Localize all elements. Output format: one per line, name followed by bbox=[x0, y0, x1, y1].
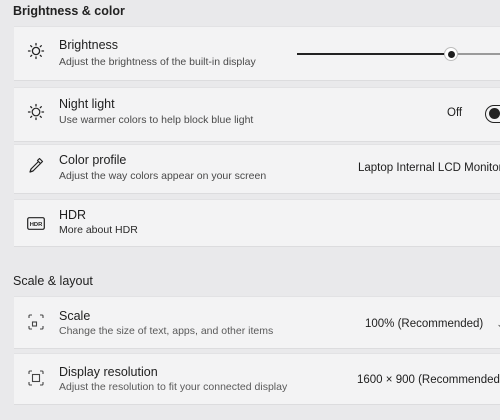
section-title-brightness-color: Brightness & color bbox=[13, 4, 125, 18]
display-resolution-title: Display resolution bbox=[59, 365, 158, 379]
display-resolution-description: Adjust the resolution to fit your connec… bbox=[59, 381, 288, 393]
brightness-slider-fill bbox=[297, 53, 452, 55]
display-resolution-card: Display resolution Adjust the resolution… bbox=[14, 353, 500, 405]
hdr-title: HDR bbox=[59, 208, 87, 222]
svg-text:HDR: HDR bbox=[30, 222, 43, 228]
section-title-scale-layout: Scale & layout bbox=[13, 274, 93, 288]
color-profile-card: Color profile Adjust the way colors appe… bbox=[14, 144, 500, 194]
scale-select-value: 100% (Recommended) bbox=[365, 318, 484, 330]
scale-title: Scale bbox=[59, 309, 91, 323]
display-resolution-select[interactable]: 1600 × 900 (Recommended) bbox=[357, 374, 500, 386]
night-light-toggle-knob bbox=[489, 108, 500, 119]
brightness-slider-thumb[interactable] bbox=[444, 47, 459, 61]
scale-icon bbox=[26, 312, 46, 332]
brightness-card: Brightness Adjust the brightness of the … bbox=[14, 26, 500, 81]
night-light-description: Use warmer colors to help block blue lig… bbox=[59, 114, 254, 126]
resolution-icon bbox=[26, 368, 46, 388]
color-profile-description: Adjust the way colors appear on your scr… bbox=[59, 170, 267, 182]
night-light-title: Night light bbox=[59, 97, 115, 111]
eyedropper-icon bbox=[26, 155, 46, 175]
scale-select[interactable]: 100% (Recommended) ⌄ bbox=[365, 318, 500, 330]
night-light-icon bbox=[26, 102, 46, 122]
night-light-state-label: Off bbox=[447, 107, 463, 119]
hdr-more-link[interactable]: More about HDR bbox=[59, 224, 138, 236]
hdr-icon: HDR bbox=[26, 213, 46, 233]
chevron-down-icon: ⌄ bbox=[496, 319, 500, 329]
color-profile-select[interactable]: Laptop Internal LCD Monitor bbox=[358, 162, 500, 174]
brightness-title: Brightness bbox=[59, 38, 119, 52]
sun-icon bbox=[26, 41, 46, 61]
night-light-toggle[interactable] bbox=[485, 105, 500, 123]
scale-card: Scale Change the size of text, apps, and… bbox=[14, 296, 500, 349]
brightness-description: Adjust the brightness of the built-in di… bbox=[59, 56, 256, 68]
scale-description: Change the size of text, apps, and other… bbox=[59, 325, 274, 337]
color-profile-title: Color profile bbox=[59, 153, 127, 167]
brightness-slider[interactable] bbox=[297, 47, 500, 61]
hdr-card[interactable]: HDR HDR More about HDR bbox=[14, 199, 500, 247]
night-light-card[interactable]: Night light Use warmer colors to help bl… bbox=[14, 87, 500, 142]
